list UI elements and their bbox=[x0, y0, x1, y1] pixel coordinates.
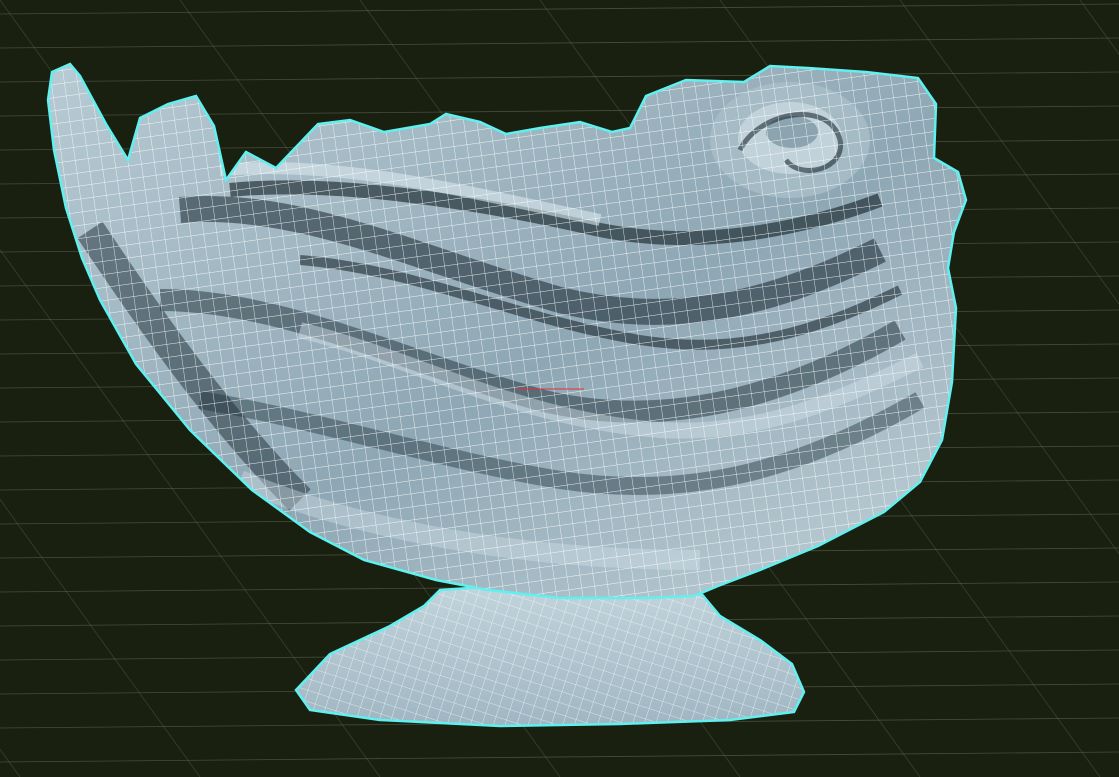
viewport-canvas[interactable] bbox=[0, 0, 1119, 777]
grid-line-horizontal bbox=[0, 71, 1119, 83]
grid-line-diagonal bbox=[0, 748, 21, 777]
grid-line-horizontal bbox=[0, 37, 1119, 49]
shell-bowl-mesh[interactable] bbox=[40, 50, 980, 610]
grid-line-horizontal bbox=[0, 751, 1119, 763]
grid-line-diagonal bbox=[1079, 0, 1119, 55]
grid-line-horizontal bbox=[0, 3, 1119, 15]
3d-viewport[interactable] bbox=[0, 0, 1119, 777]
